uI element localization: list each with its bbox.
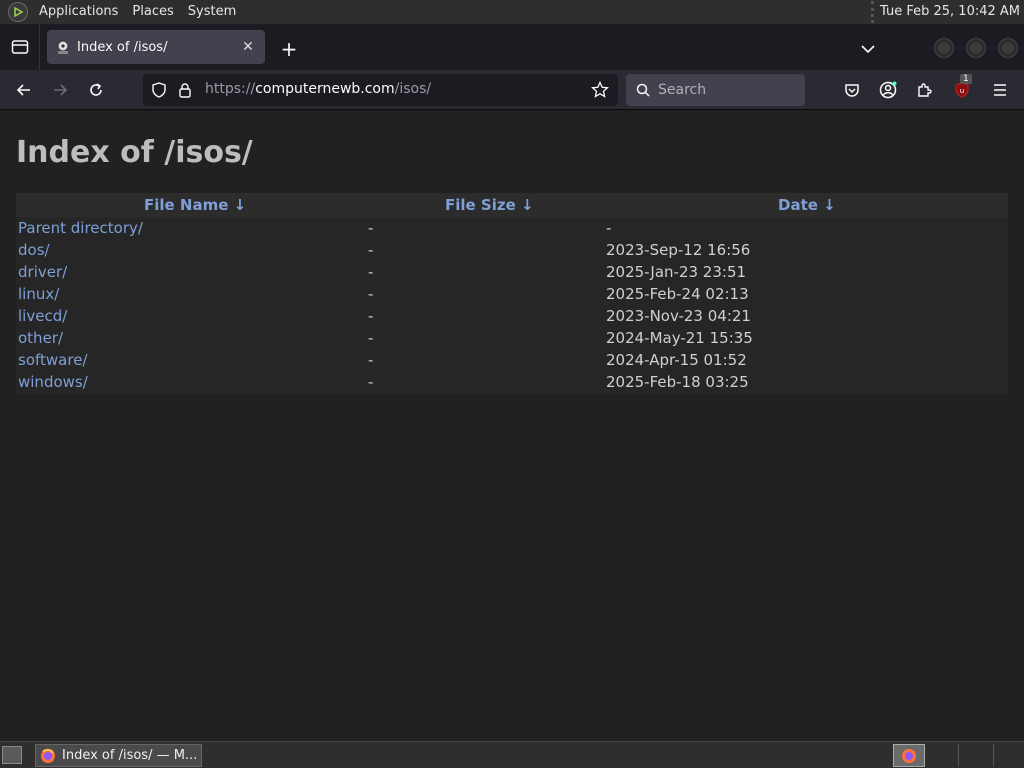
- ublock-badge: 1: [960, 74, 972, 84]
- close-window-button[interactable]: [999, 39, 1017, 57]
- file-link[interactable]: linux/: [18, 285, 59, 303]
- page-title: Index of /isos/: [16, 135, 253, 170]
- pocket-button[interactable]: [838, 76, 866, 104]
- firefox-workspace-icon: [902, 748, 916, 763]
- distro-logo-icon[interactable]: [8, 2, 28, 22]
- site-favicon-icon: [57, 40, 69, 54]
- back-arrow-icon: [16, 84, 30, 96]
- applications-menu[interactable]: Applications: [32, 0, 125, 24]
- table-row: livecd/ - 2023-Nov-23 04:21: [16, 306, 1008, 328]
- firefox-icon: [41, 748, 55, 763]
- taskbar-window-title: Index of /isos/ — M...: [62, 748, 198, 763]
- puzzle-piece-icon: [918, 83, 932, 97]
- svg-text:u: u: [960, 87, 964, 95]
- file-link[interactable]: windows/: [18, 373, 88, 391]
- search-placeholder: Search: [658, 82, 707, 98]
- back-button[interactable]: [10, 76, 38, 104]
- table-row: windows/ - 2025-Feb-18 03:25: [16, 372, 1008, 394]
- forward-button[interactable]: [46, 76, 74, 104]
- workspace-divider: [993, 744, 994, 767]
- table-row: driver/ - 2025-Jan-23 23:51: [16, 262, 1008, 284]
- file-link[interactable]: livecd/: [18, 307, 67, 325]
- firefox-view-button[interactable]: [0, 24, 40, 70]
- column-header-date[interactable]: Date ↓: [778, 196, 836, 214]
- file-link[interactable]: Parent directory/: [18, 219, 143, 237]
- file-size: -: [368, 285, 374, 303]
- ublock-origin-button[interactable]: u 1: [948, 74, 976, 104]
- clock[interactable]: Tue Feb 25, 10:42 AM: [871, 1, 1024, 23]
- tab-close-icon[interactable]: ✕: [239, 38, 257, 56]
- account-button[interactable]: [874, 76, 902, 104]
- file-date: 2025-Feb-18 03:25: [606, 373, 749, 391]
- search-field[interactable]: Search: [626, 74, 805, 106]
- forward-arrow-icon: [54, 84, 68, 96]
- file-size: -: [368, 329, 374, 347]
- file-date: 2024-May-21 15:35: [606, 329, 753, 347]
- workspace-1[interactable]: [893, 744, 925, 767]
- app-menu-button[interactable]: [986, 76, 1014, 104]
- hamburger-menu-icon: [994, 84, 1006, 96]
- places-menu[interactable]: Places: [125, 0, 180, 24]
- extensions-button[interactable]: [910, 76, 938, 104]
- tab-index-of-isos[interactable]: Index of /isos/ ✕: [47, 30, 265, 64]
- file-date: 2025-Jan-23 23:51: [606, 263, 747, 281]
- file-link[interactable]: software/: [18, 351, 87, 369]
- minimize-window-button[interactable]: [935, 39, 953, 57]
- search-icon: [636, 83, 650, 97]
- list-all-tabs-chevron-icon[interactable]: [856, 37, 880, 61]
- file-link[interactable]: other/: [18, 329, 63, 347]
- lock-icon[interactable]: [178, 82, 192, 102]
- table-row: software/ - 2024-Apr-15 01:52: [16, 350, 1008, 372]
- file-size: -: [368, 263, 374, 281]
- url-bar[interactable]: https://computernewb.com/isos/: [143, 74, 618, 106]
- tracking-protection-shield-icon[interactable]: [151, 82, 167, 102]
- url-scheme: https://: [205, 81, 256, 97]
- account-avatar-icon: [879, 81, 897, 99]
- table-row: other/ - 2024-May-21 15:35: [16, 328, 1008, 350]
- file-listing-table: File Name ↓ File Size ↓ Date ↓ Parent di…: [16, 193, 1008, 394]
- reload-icon: [90, 83, 102, 96]
- url-text[interactable]: https://computernewb.com/isos/: [205, 81, 431, 97]
- url-path: /isos/: [394, 81, 432, 97]
- firefox-view-icon: [11, 40, 28, 54]
- file-date: -: [606, 219, 612, 237]
- file-date: 2023-Nov-23 04:21: [606, 307, 751, 325]
- show-desktop-icon[interactable]: [2, 746, 22, 764]
- system-menu[interactable]: System: [181, 0, 243, 24]
- table-row: linux/ - 2025-Feb-24 02:13: [16, 284, 1008, 306]
- column-header-file-size[interactable]: File Size ↓: [445, 196, 534, 214]
- file-date: 2024-Apr-15 01:52: [606, 351, 747, 369]
- file-size: -: [368, 373, 374, 391]
- page-content: Index of /isos/ File Name ↓ File Size ↓ …: [0, 111, 1024, 741]
- table-row: Parent directory/ - -: [16, 218, 1008, 240]
- file-size: -: [368, 241, 374, 259]
- file-size: -: [368, 307, 374, 325]
- tab-title: Index of /isos/: [77, 39, 168, 55]
- workspace-divider: [958, 744, 959, 767]
- navigation-toolbar: https://computernewb.com/isos/ Search u …: [0, 70, 1024, 110]
- browser-tab-bar: Index of /isos/ ✕ +: [0, 24, 1024, 70]
- table-row: dos/ - 2023-Sep-12 16:56: [16, 240, 1008, 262]
- taskbar-window-button[interactable]: Index of /isos/ — M...: [35, 744, 202, 767]
- file-link[interactable]: dos/: [18, 241, 50, 259]
- file-size: -: [368, 351, 374, 369]
- table-header: File Name ↓ File Size ↓ Date ↓: [16, 193, 1008, 217]
- new-tab-button[interactable]: +: [277, 37, 301, 61]
- reload-button[interactable]: [82, 76, 110, 104]
- system-top-panel: Applications Places System Tue Feb 25, 1…: [0, 0, 1024, 24]
- column-header-file-name[interactable]: File Name ↓: [144, 196, 246, 214]
- file-date: 2025-Feb-24 02:13: [606, 285, 749, 303]
- file-link[interactable]: driver/: [18, 263, 67, 281]
- pocket-icon: [845, 84, 859, 97]
- maximize-window-button[interactable]: [967, 39, 985, 57]
- bookmark-star-icon[interactable]: [591, 80, 609, 103]
- file-size: -: [368, 219, 374, 237]
- url-host: computernewb.com: [255, 81, 395, 97]
- file-date: 2023-Sep-12 16:56: [606, 241, 751, 259]
- bottom-taskbar: Index of /isos/ — M...: [0, 741, 1024, 768]
